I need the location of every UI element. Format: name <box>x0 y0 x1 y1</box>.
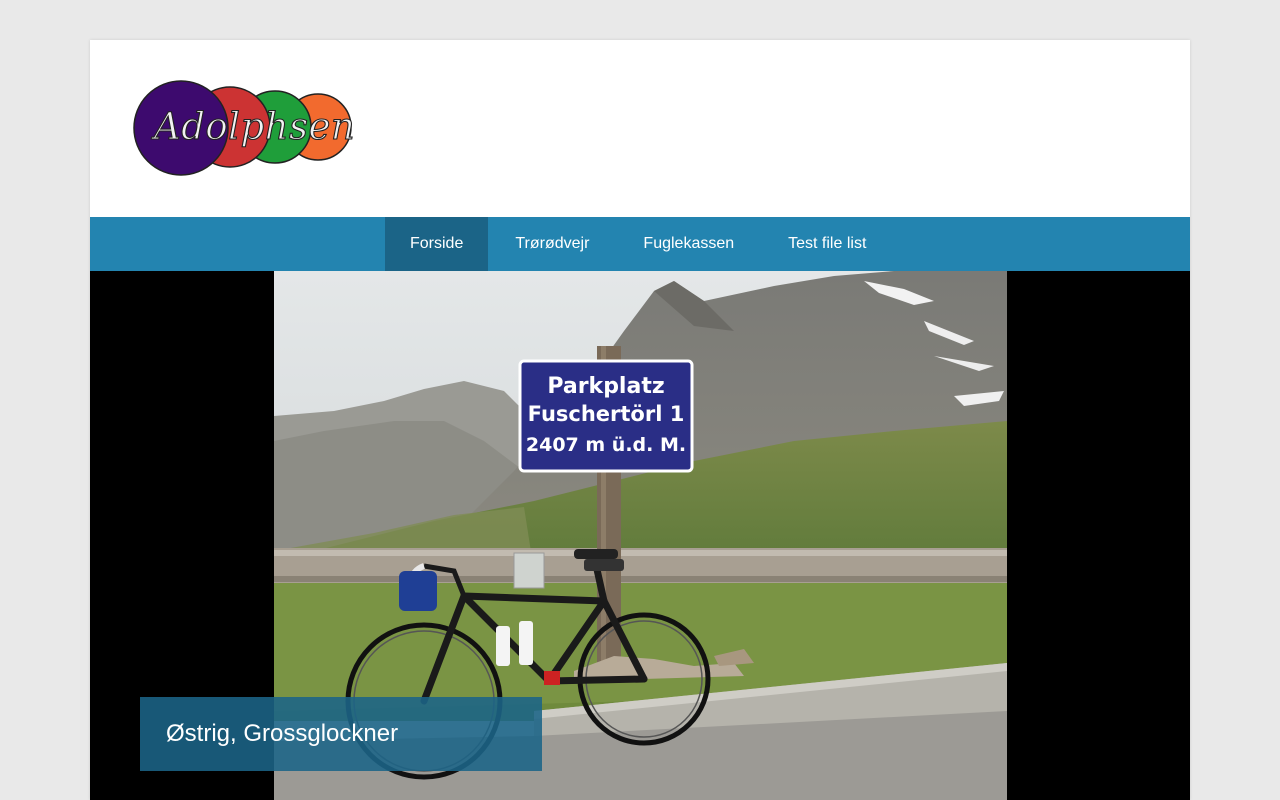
sign-line-1: Parkplatz <box>547 374 664 399</box>
nav-item-trorodvejr[interactable]: Trørødvejr <box>488 217 616 271</box>
site-header: Adolphsen <box>90 40 1190 217</box>
nav-list: Forside Trørødvejr Fuglekassen Test file… <box>385 217 893 271</box>
main-navigation: Forside Trørødvejr Fuglekassen Test file… <box>90 217 1190 271</box>
logo-text: Adolphsen <box>151 105 354 148</box>
nav-item-forside[interactable]: Forside <box>385 217 489 271</box>
nav-item-test-file-list[interactable]: Test file list <box>761 217 893 271</box>
nav-item-fuglekassen[interactable]: Fuglekassen <box>616 217 761 271</box>
sign-line-2: Fuschertörl 1 <box>528 402 685 426</box>
page-container: Adolphsen Forside Trørødvejr Fuglekassen… <box>90 40 1190 800</box>
logo-graphic: Adolphsen <box>133 80 354 176</box>
sign-line-3: 2407 m ü.d. M. <box>526 434 686 456</box>
image-slider[interactable]: Parkplatz Fuschertörl 1 2407 m ü.d. M. Ø… <box>90 271 1190 800</box>
slide-caption: Østrig, Grossglockner <box>140 697 542 771</box>
site-logo[interactable]: Adolphsen <box>130 80 354 178</box>
